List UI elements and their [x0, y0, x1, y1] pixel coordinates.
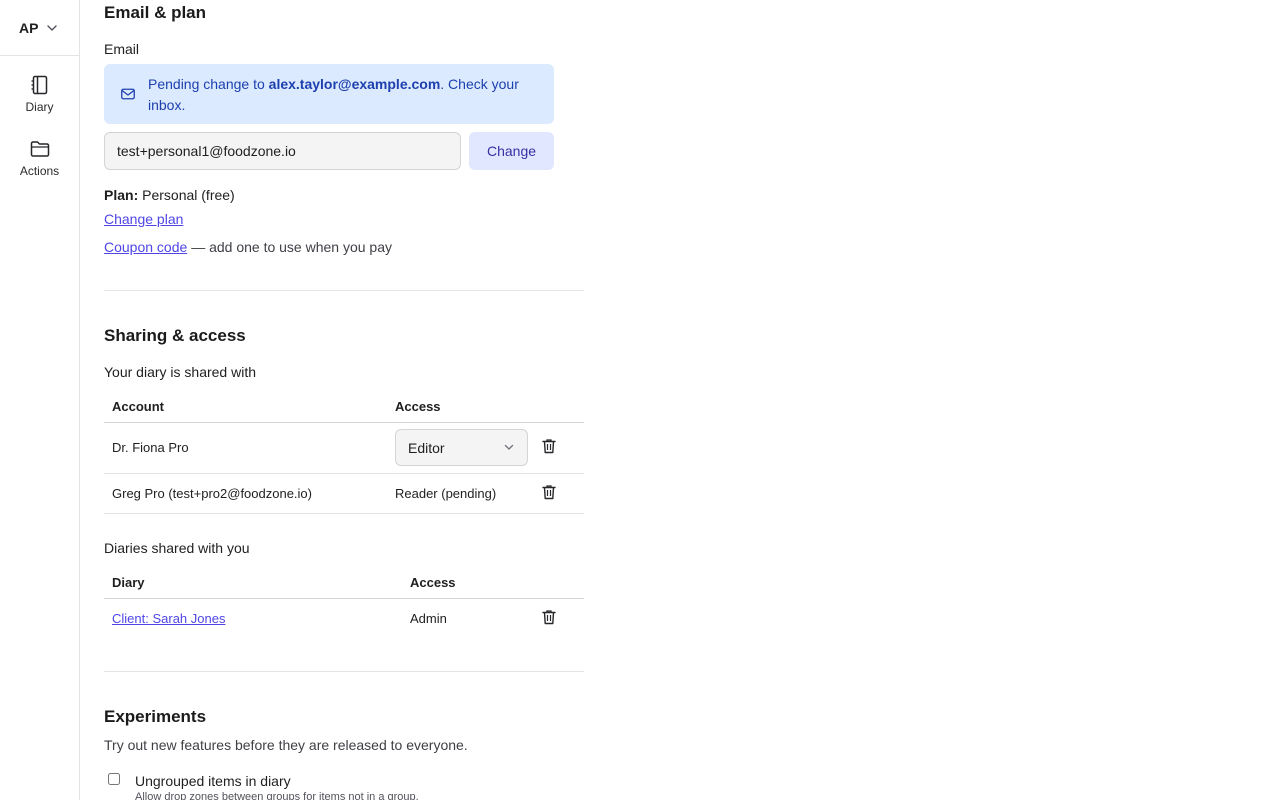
column-header-actions — [536, 391, 584, 423]
shared-with-table: Account Access Dr. Fiona Pro Editor Greg… — [104, 391, 584, 514]
shared-with-you-table: Diary Access Client: Sarah Jones Admin — [104, 567, 584, 639]
column-header-actions — [536, 567, 584, 599]
section-title-sharing: Sharing & access — [104, 326, 246, 345]
sidebar-item-actions[interactable]: Actions — [0, 128, 79, 188]
account-name: Dr. Fiona Pro — [104, 422, 387, 474]
experiment-help: Allow drop zones between groups for item… — [135, 791, 419, 800]
email-label: Email — [104, 41, 140, 57]
account-switcher[interactable]: AP — [0, 0, 79, 56]
access-select-value: Editor — [408, 439, 445, 456]
plan-value: Personal (free) — [142, 187, 235, 203]
access-select[interactable]: Editor — [395, 429, 528, 466]
column-header-access: Access — [402, 567, 536, 599]
sidebar: AP Diary Actions — [0, 0, 80, 800]
sidebar-item-label: Diary — [25, 100, 54, 114]
pending-email: alex.taylor@example.com — [268, 76, 441, 92]
column-header-access: Access — [387, 391, 536, 423]
change-plan-link[interactable]: Change plan — [104, 211, 183, 227]
section-divider — [104, 671, 584, 672]
experiment-label: Ungrouped items in diary — [135, 773, 291, 789]
coupon-hint: — add one to use when you pay — [191, 239, 392, 255]
coupon-code-link[interactable]: Coupon code — [104, 239, 187, 255]
sidebar-item-diary[interactable]: Diary — [0, 64, 79, 124]
trash-icon[interactable] — [542, 438, 558, 454]
section-title-experiments: Experiments — [104, 707, 207, 726]
notice-text: Pending change to alex.taylor@example.co… — [148, 76, 519, 113]
diary-link[interactable]: Client: Sarah Jones — [112, 611, 225, 626]
change-email-button[interactable]: Change — [469, 132, 554, 170]
experiment-checkbox[interactable] — [108, 773, 120, 785]
table-row: Dr. Fiona Pro Editor — [104, 422, 584, 474]
table-row: Greg Pro (test+pro2@foodzone.io) Reader … — [104, 473, 584, 514]
experiments-description: Try out new features before they are rel… — [104, 737, 468, 753]
column-header-account: Account — [104, 391, 387, 423]
plan-label: Plan: — [104, 187, 139, 203]
section-divider — [104, 290, 584, 291]
shared-with-label: Your diary is shared with — [104, 364, 257, 380]
sidebar-item-label: Actions — [19, 164, 60, 178]
chevron-down-icon — [503, 440, 515, 456]
coupon-line: Coupon code — add one to use when you pa… — [104, 239, 392, 255]
pending-email-notice: Pending change to alex.taylor@example.co… — [104, 64, 554, 124]
chevron-down-icon — [46, 22, 58, 34]
table-row: Client: Sarah Jones Admin — [104, 598, 584, 639]
shared-with-you-label: Diaries shared with you — [104, 540, 250, 556]
access-value: Reader (pending) — [387, 473, 536, 514]
trash-icon[interactable] — [542, 484, 558, 500]
notebook-icon — [31, 74, 49, 96]
mail-icon — [121, 87, 135, 105]
column-header-diary: Diary — [104, 567, 402, 599]
section-title-email-plan: Email & plan — [104, 3, 207, 22]
email-field[interactable] — [104, 132, 461, 170]
account-name: Greg Pro (test+pro2@foodzone.io) — [104, 473, 387, 514]
account-initials: AP — [19, 19, 39, 36]
folder-icon — [30, 138, 50, 160]
plan-line: Plan: Personal (free) — [104, 187, 235, 203]
access-value: Admin — [410, 611, 447, 627]
trash-icon[interactable] — [542, 609, 558, 625]
